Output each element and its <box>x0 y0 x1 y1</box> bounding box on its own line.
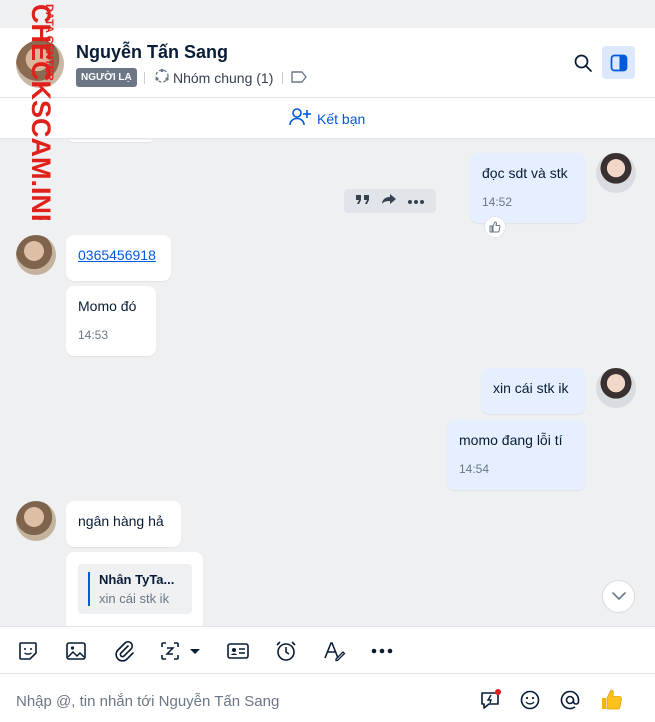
message-bubble[interactable]: Momo đó 14:53 <box>66 286 156 356</box>
image-icon[interactable] <box>62 637 90 665</box>
message-time: 14:54 <box>459 462 490 476</box>
quote-icon[interactable] <box>355 192 371 210</box>
add-friend-button[interactable]: Kết bạn <box>289 107 365 130</box>
message-list[interactable]: đọc sdt và stk 14:52 0365456918 Momo đó … <box>0 140 655 626</box>
my-avatar[interactable] <box>596 153 636 193</box>
header-divider <box>144 72 145 84</box>
quoted-message[interactable]: Nhân TyTa... xin cái stk ik <box>78 564 192 614</box>
forward-icon[interactable] <box>381 192 397 210</box>
attachment-icon[interactable] <box>110 637 138 665</box>
thumbs-up-icon[interactable] <box>484 216 506 238</box>
format-text-icon[interactable] <box>320 637 348 665</box>
my-avatar[interactable] <box>596 368 636 408</box>
composer-toolbar <box>0 626 655 674</box>
message-composer[interactable]: Nhập @, tin nhắn tới Nguyễn Tấn Sang <box>0 674 655 722</box>
message-time: 14:53 <box>78 328 109 342</box>
message-bubble[interactable]: đọc sdt và stk 14:52 <box>470 153 585 223</box>
message-text: đọc sdt và stk <box>482 165 568 181</box>
top-strip <box>0 0 655 28</box>
contact-avatar[interactable] <box>16 235 56 275</box>
message-input[interactable]: Nhập @, tin nhắn tới Nguyễn Tấn Sang <box>16 693 279 710</box>
message-bubble[interactable]: Nhân TyTa... xin cái stk ik <box>66 552 203 626</box>
header-divider <box>282 72 283 84</box>
message-text: xin cái stk ik <box>493 380 569 396</box>
common-group-link[interactable]: Nhóm chung (1) <box>154 68 273 89</box>
message-bubble[interactable]: ngân hàng hả <box>66 501 181 547</box>
phone-link[interactable]: 0365456918 <box>78 247 156 263</box>
watermark-subtext: DATA CENTER <box>43 4 54 81</box>
message-text: ngân hàng hả <box>78 513 164 529</box>
common-group-label: Nhóm chung (1) <box>173 70 274 86</box>
more-icon[interactable] <box>407 192 425 210</box>
quote-text: xin cái stk ik <box>99 591 170 606</box>
stranger-badge: NGƯỜI LẠ <box>76 68 137 87</box>
contact-card-icon[interactable] <box>224 637 252 665</box>
contact-avatar[interactable] <box>16 501 56 541</box>
quick-message-icon[interactable] <box>478 688 502 712</box>
chat-header: Nguyễn Tấn Sang NGƯỜI LẠ Nhóm chung (1) <box>0 28 655 98</box>
message-bubble[interactable]: xin cái stk ik <box>481 368 585 414</box>
message-bubble[interactable]: 0365456918 <box>66 235 171 281</box>
group-icon <box>154 68 170 89</box>
screenshot-icon[interactable] <box>158 637 204 665</box>
message-bubble-partial <box>66 140 156 142</box>
sticker-icon[interactable] <box>14 637 42 665</box>
reminder-icon[interactable] <box>272 637 300 665</box>
message-text: Momo đó <box>78 298 137 314</box>
search-icon[interactable] <box>570 50 596 76</box>
emoji-icon[interactable] <box>518 688 542 712</box>
mention-icon[interactable] <box>558 688 582 712</box>
add-friend-label: Kết bạn <box>317 110 366 127</box>
watermark: CHECKSCAM.INFO DATA CENTER <box>26 4 54 220</box>
add-friend-bar: Kết bạn <box>0 98 655 139</box>
scroll-down-button[interactable] <box>602 580 635 613</box>
add-user-icon <box>289 107 311 130</box>
message-text: momo đang lỗi tí <box>459 432 563 448</box>
more-icon[interactable] <box>368 637 396 665</box>
like-icon[interactable] <box>600 688 624 712</box>
quote-author: Nhân TyTa... <box>99 572 175 587</box>
sidebar-toggle-icon[interactable] <box>602 46 635 79</box>
message-actions <box>344 189 436 213</box>
message-time: 14:52 <box>482 195 513 209</box>
tag-icon[interactable] <box>290 70 308 89</box>
contact-name[interactable]: Nguyễn Tấn Sang <box>76 42 228 63</box>
chevron-down-icon <box>611 588 627 606</box>
message-bubble[interactable]: momo đang lỗi tí 14:54 <box>447 420 585 490</box>
